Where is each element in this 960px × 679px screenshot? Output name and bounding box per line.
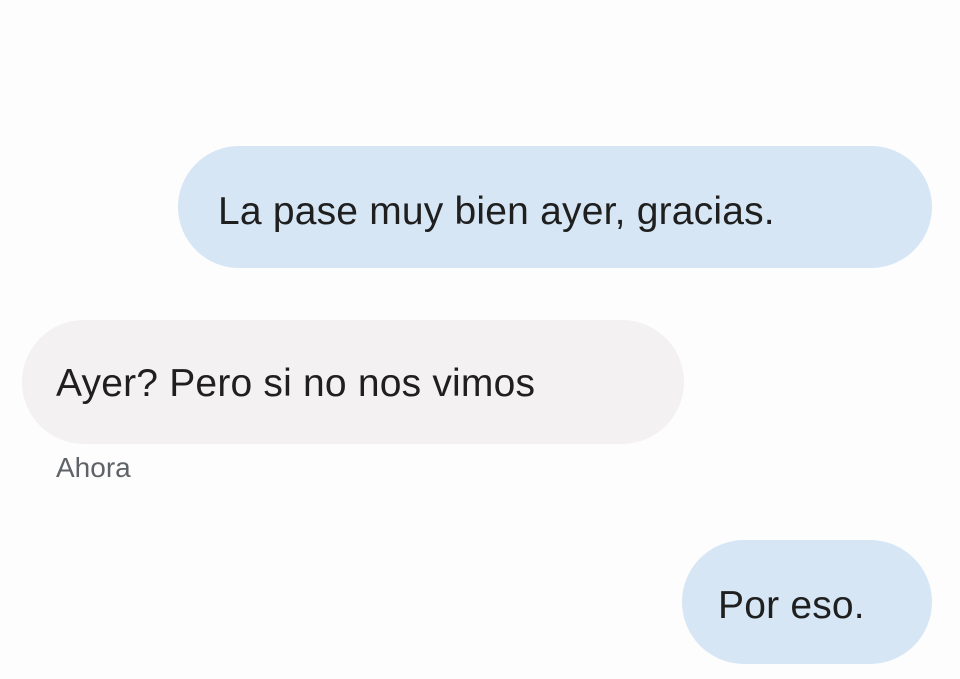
sent-message-bubble[interactable]: Por eso. — [682, 540, 932, 664]
message-text: La pase muy bien ayer, gracias. — [218, 190, 775, 233]
message-timestamp: Ahora — [56, 452, 131, 483]
received-message-bubble[interactable]: Ayer? Pero si no nos vimos — [22, 320, 684, 444]
conversation-thread: La pase muy bien ayer, gracias. Ayer? Pe… — [0, 0, 960, 679]
sent-message-bubble[interactable]: La pase muy bien ayer, gracias. — [178, 146, 932, 268]
message-text: Por eso. — [718, 584, 865, 627]
message-text: Ayer? Pero si no nos vimos — [56, 362, 536, 405]
